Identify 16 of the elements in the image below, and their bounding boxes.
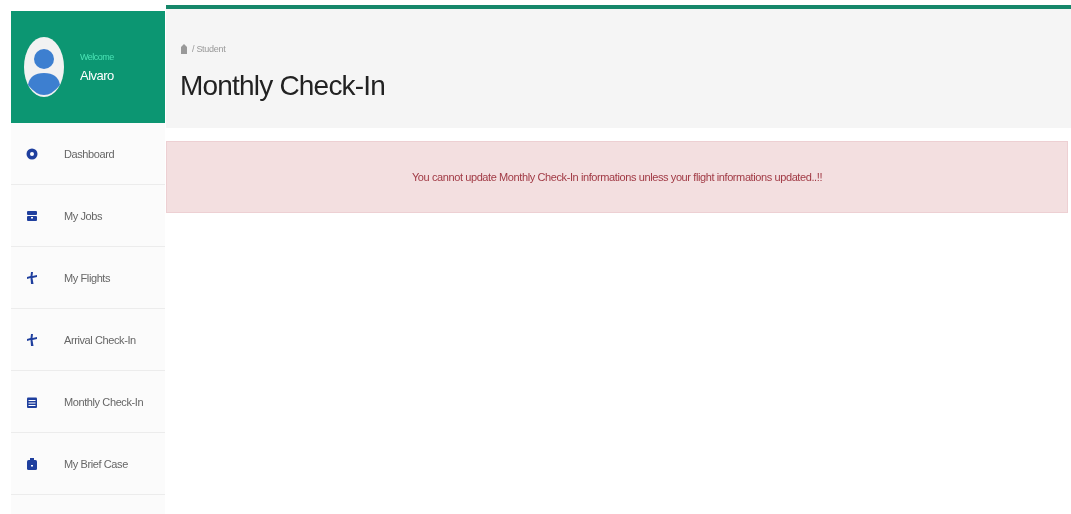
sidebar-item[interactable]: Dashboard	[11, 123, 165, 185]
sidebar-item[interactable]: Arrival Check-In	[11, 309, 165, 371]
dashboard-icon	[26, 147, 38, 160]
page-title: Monthly Check-In	[180, 70, 387, 102]
briefcase-icon	[26, 209, 38, 222]
sidebar-item[interactable]: My Brief Case	[11, 433, 165, 495]
user-name: Alvaro	[80, 67, 114, 83]
sidebar-item[interactable]: My Flights	[11, 247, 165, 309]
sidebar-item[interactable]: My Jobs	[11, 185, 165, 247]
welcome-label: Welcome	[80, 51, 114, 62]
suitcase-icon	[26, 457, 38, 470]
avatar-icon	[22, 35, 66, 99]
home-icon[interactable]	[180, 43, 188, 54]
alert-message: You cannot update Monthly Check-In informations unless your flight informations updated..!!	[411, 171, 823, 183]
sidebar-item[interactable]: Monthly Check-In	[11, 371, 165, 433]
calendar-icon	[26, 395, 38, 408]
